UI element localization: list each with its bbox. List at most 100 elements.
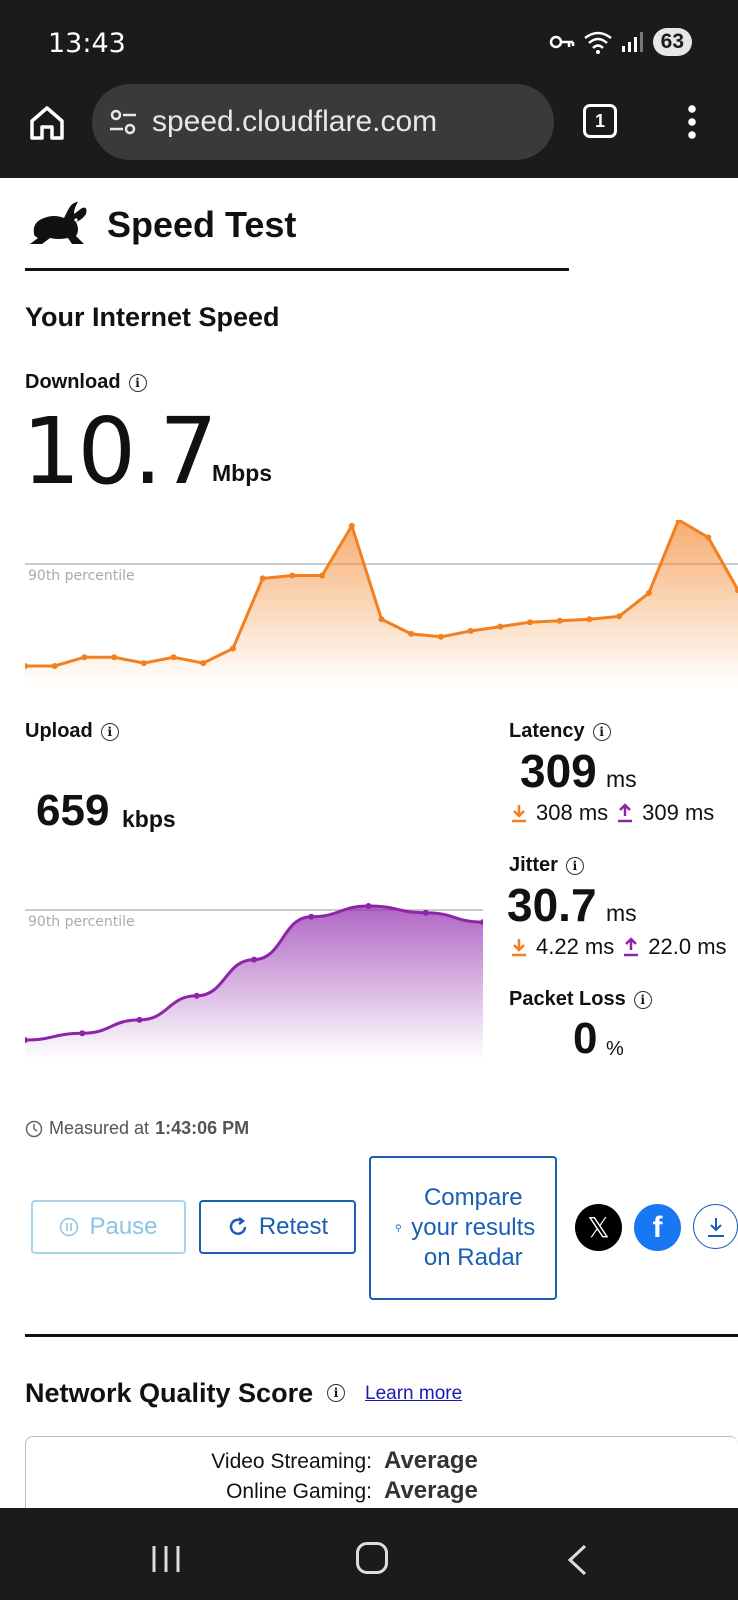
- latency-up: 309 ms: [642, 800, 715, 825]
- more-menu-icon[interactable]: [680, 104, 704, 140]
- download-results-icon[interactable]: [693, 1204, 738, 1249]
- latency-breakdown: 308 ms 309 ms: [510, 800, 714, 826]
- jitter-down: 4.22 ms: [536, 934, 615, 959]
- home-nav-icon[interactable]: [356, 1542, 388, 1574]
- download-point: [467, 627, 474, 634]
- upload-arrow-icon: [624, 937, 639, 957]
- packet-loss-unit: %: [606, 1038, 624, 1060]
- download-point: [51, 663, 58, 669]
- share-x-icon[interactable]: 𝕏: [575, 1204, 622, 1251]
- latency-label: Latency i: [509, 720, 611, 743]
- compare-label: Compare your results on Radar: [411, 1184, 536, 1271]
- download-point: [170, 654, 177, 661]
- upload-percentile-label: 90th percentile: [28, 914, 135, 930]
- download-point: [408, 630, 415, 637]
- download-point: [497, 623, 504, 630]
- home-icon[interactable]: [28, 104, 66, 142]
- latency-value: 309: [520, 745, 597, 797]
- download-chart: 90th percentile: [25, 520, 738, 686]
- download-label-text: Download: [25, 371, 121, 393]
- pause-icon: [60, 1217, 79, 1237]
- download-point: [111, 654, 118, 661]
- download-arrow-icon: [512, 939, 526, 957]
- download-point: [140, 660, 147, 667]
- download-point: [437, 633, 444, 640]
- upload-label: Upload i: [25, 720, 119, 743]
- wifi-icon: [583, 31, 612, 54]
- upload-point: [308, 913, 315, 920]
- download-percentile-label: 90th percentile: [28, 568, 135, 584]
- latency-down: 308 ms: [536, 800, 609, 825]
- quality-value: Average: [384, 1447, 478, 1474]
- jitter-label: Jitter i: [509, 854, 584, 877]
- upload-unit: kbps: [122, 806, 176, 832]
- download-icon: [707, 1217, 724, 1237]
- quality-value: Average: [384, 1477, 478, 1504]
- tab-switcher-button[interactable]: 1: [583, 104, 617, 138]
- quality-row-gaming: Online Gaming: Average: [26, 1477, 478, 1505]
- packet-loss-label-text: Packet Loss: [509, 988, 626, 1010]
- packet-loss-label: Packet Loss i: [509, 988, 652, 1011]
- packet-loss-value: 0: [573, 1014, 598, 1063]
- section-divider: [25, 1334, 738, 1337]
- back-icon[interactable]: [566, 1544, 588, 1576]
- info-icon[interactable]: i: [633, 990, 652, 1009]
- download-point: [289, 572, 296, 579]
- download-point: [586, 616, 593, 623]
- upload-point: [251, 956, 257, 963]
- recent-apps-icon[interactable]: [150, 1544, 182, 1574]
- jitter-label-text: Jitter: [509, 854, 558, 876]
- measured-prefix: Measured at: [49, 1118, 150, 1138]
- download-point: [556, 617, 563, 624]
- download-point: [645, 590, 652, 596]
- compare-radar-button[interactable]: ⚲ Compare your results on Radar: [369, 1156, 557, 1300]
- status-time: 13:43: [48, 28, 126, 59]
- info-icon[interactable]: i: [565, 856, 584, 875]
- download-point: [705, 534, 712, 541]
- upload-chart: 90th percentile: [25, 903, 483, 1060]
- network-quality-card: Video Streaming: Average Online Gaming: …: [25, 1436, 738, 1516]
- learn-more-link[interactable]: Learn more: [365, 1383, 462, 1405]
- upload-point: [79, 1030, 86, 1037]
- address-bar[interactable]: speed.cloudflare.com: [92, 84, 554, 160]
- download-point: [200, 660, 207, 667]
- upload-point: [136, 1016, 143, 1023]
- upload-label-text: Upload: [25, 720, 93, 742]
- jitter-unit: ms: [606, 900, 637, 926]
- info-icon[interactable]: i: [128, 373, 147, 392]
- share-facebook-icon[interactable]: f: [634, 1204, 681, 1251]
- upload-point: [422, 909, 429, 916]
- latency-label-text: Latency: [509, 720, 585, 742]
- header-divider: [25, 268, 569, 271]
- download-point: [348, 522, 355, 529]
- download-unit: Mbps: [212, 460, 273, 486]
- status-icons: 63: [549, 28, 692, 56]
- download-point: [527, 619, 534, 626]
- measured-time: 1:43:06 PM: [155, 1118, 250, 1138]
- upload-arrow-icon: [618, 803, 633, 823]
- upload-point: [193, 992, 200, 999]
- pause-button[interactable]: Pause: [31, 1200, 186, 1254]
- info-icon[interactable]: i: [592, 722, 611, 741]
- download-point: [229, 645, 236, 652]
- url-text: speed.cloudflare.com: [152, 105, 438, 138]
- download-point: [319, 572, 326, 579]
- quality-row-video: Video Streaming: Average: [26, 1447, 478, 1475]
- upload-point: [365, 903, 372, 909]
- refresh-icon: [229, 1217, 247, 1235]
- clock-icon: [25, 1120, 43, 1137]
- quality-label: Online Gaming:: [226, 1480, 372, 1503]
- info-icon[interactable]: i: [327, 1384, 345, 1402]
- internet-speed-heading: Your Internet Speed: [25, 302, 280, 332]
- info-icon[interactable]: i: [100, 722, 119, 741]
- latency-unit: ms: [606, 766, 637, 792]
- retest-button[interactable]: Retest: [199, 1200, 356, 1254]
- site-settings-icon[interactable]: [108, 107, 138, 137]
- jitter-up: 22.0 ms: [648, 934, 727, 959]
- download-value: 10.7: [22, 398, 218, 505]
- brand-title: Speed Test: [107, 204, 297, 245]
- battery-indicator: 63: [652, 28, 692, 56]
- jitter-breakdown: 4.22 ms 22.0 ms: [510, 934, 727, 960]
- download-point: [81, 654, 88, 661]
- measured-at: Measured at 1:43:06 PM: [25, 1118, 249, 1139]
